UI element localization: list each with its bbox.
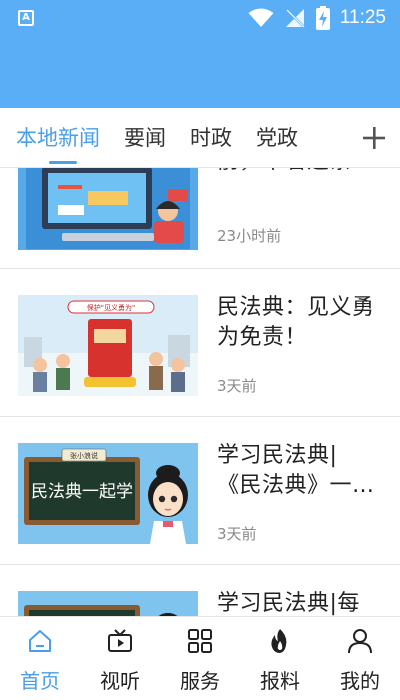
computer-office-illustration-thumbnail [18, 168, 198, 250]
blackboard-girl-illustration-thumbnail [18, 591, 198, 616]
wifi-icon [248, 8, 274, 27]
nav-profile[interactable]: 我的 [320, 617, 400, 700]
news-title: 民法典：见义勇为免责！ [217, 295, 375, 350]
nav-label: 我的 [340, 669, 380, 693]
nav-label: 服务 [180, 669, 220, 693]
status-indicators: 11:25 [248, 6, 386, 30]
nav-home[interactable]: 首页 [0, 617, 80, 700]
news-item[interactable]: 保护"见义勇为" 民法典：见义勇为免责！ 3天前 [0, 269, 400, 417]
tab-politics[interactable]: 时政 [178, 108, 244, 167]
plus-icon [363, 127, 385, 149]
news-time: 23小时前 [217, 227, 282, 245]
tab-party-affairs[interactable]: 党政 [244, 108, 310, 167]
nav-media[interactable]: 视听 [80, 617, 160, 700]
nav-label: 报料 [260, 669, 300, 693]
tab-headlines[interactable]: 要闻 [112, 108, 178, 167]
home-icon [29, 630, 51, 652]
news-title: 学习民法典|《民法典》一… [217, 443, 375, 498]
category-tabs: 本地新闻 要闻 时政 党政 [0, 108, 310, 167]
thumb-banner-text: 保护"见义勇为" [87, 303, 135, 312]
category-tab-bar: 本地新闻 要闻 时政 党政 [0, 108, 400, 168]
nav-report[interactable]: 报料 [240, 617, 320, 700]
app-root: A 11:25 本地新闻 要闻 时政 党政 23小时前 保护"见义勇为" 民法典… [0, 0, 400, 700]
grid-icon [188, 629, 212, 653]
thumb-sign-text: 张小浪说 [70, 451, 98, 460]
add-tab-button[interactable] [348, 108, 400, 167]
nav-label: 视听 [100, 669, 140, 693]
status-bar: A 11:25 [0, 0, 400, 36]
news-list[interactable]: 前，不看这条… 23小时前 保护"见义勇为" [0, 168, 400, 616]
nav-label: 首页 [20, 669, 60, 693]
news-item[interactable]: 张小浪说 民法典一起学 学习民法典|《民法典》一… 3天前 [0, 417, 400, 565]
news-time: 3天前 [217, 377, 257, 395]
no-signal-icon [285, 9, 305, 28]
status-time: 11:25 [339, 7, 386, 28]
thumb-board-text: 民法典一起学 [31, 482, 133, 502]
bottom-nav: 首页 视听 服务 报料 我的 [0, 616, 400, 700]
person-icon [348, 629, 372, 654]
news-title: 前，不看这条… [217, 168, 382, 177]
app-header: A 11:25 [0, 0, 400, 108]
nav-services[interactable]: 服务 [160, 617, 240, 700]
news-item[interactable]: 前，不看这条… 23小时前 [0, 168, 400, 269]
tab-local-news[interactable]: 本地新闻 [0, 108, 112, 167]
app-notification-icon: A [18, 10, 34, 26]
news-item[interactable]: 学习民法典|每 [0, 565, 400, 616]
flame-icon [271, 629, 287, 653]
blackboard-girl-illustration-thumbnail: 张小浪说 民法典一起学 [18, 443, 198, 544]
civil-code-book-crowd-illustration-thumbnail: 保护"见义勇为" [18, 295, 198, 396]
tv-play-icon [108, 629, 132, 652]
battery-charging-icon [315, 6, 330, 30]
news-title: 学习民法典|每 [217, 591, 360, 616]
news-time: 3天前 [217, 525, 257, 543]
